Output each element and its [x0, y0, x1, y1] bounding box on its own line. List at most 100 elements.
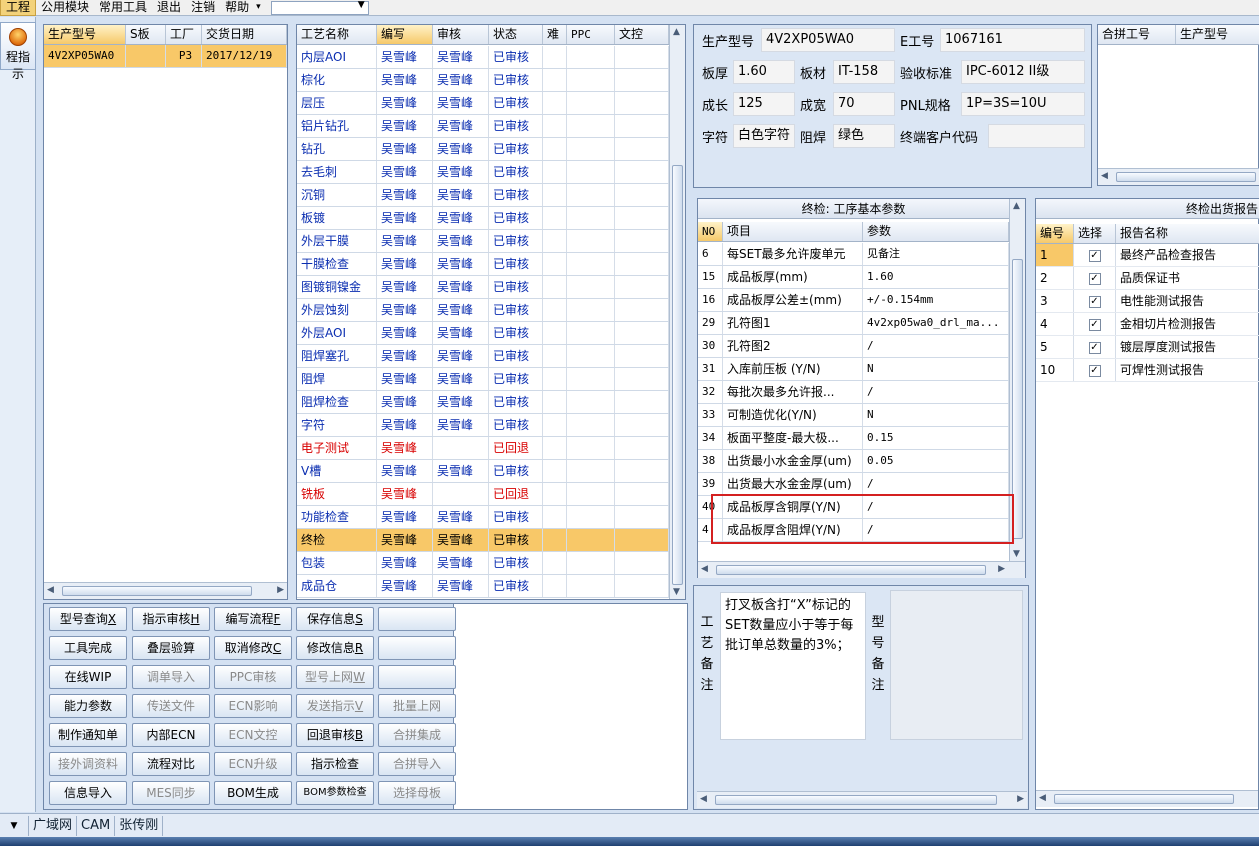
table-row[interactable]: 功能检查 吴雪峰 吴雪峰 已审核: [297, 506, 669, 529]
arrow-left-icon[interactable]: ◀: [700, 794, 707, 804]
button-r5-c0[interactable]: 接外调资料: [49, 752, 127, 776]
button-r5-c3[interactable]: 指示检查: [296, 752, 374, 776]
arrow-left-icon[interactable]: ◀: [1039, 793, 1046, 803]
table-row[interactable]: 34 板面平整度-最大极... 0.15: [698, 427, 1009, 450]
scroll-thumb[interactable]: [716, 565, 986, 575]
table-row[interactable]: V槽 吴雪峰 吴雪峰 已审核: [297, 460, 669, 483]
button-r3-c4[interactable]: 批量上网: [378, 694, 456, 718]
table-row[interactable]: 层压 吴雪峰 吴雪峰 已审核: [297, 92, 669, 115]
field-thickness[interactable]: 1.60: [733, 60, 795, 84]
remarks-hscrollbar[interactable]: ◀ ▶: [697, 791, 1027, 808]
report-checkbox[interactable]: ✓: [1074, 313, 1116, 335]
button-r6-c1[interactable]: MES同步: [132, 781, 210, 805]
button-r2-c1[interactable]: 调单导入: [132, 665, 210, 689]
table-row[interactable]: 字符 吴雪峰 吴雪峰 已审核: [297, 414, 669, 437]
button-r6-c2[interactable]: BOM生成: [214, 781, 292, 805]
table-row[interactable]: 板镀 吴雪峰 吴雪峰 已审核: [297, 207, 669, 230]
arrow-down-icon[interactable]: ▼: [1013, 549, 1020, 559]
table-row[interactable]: 16 成品板厚公差±(mm) +/-0.154mm: [698, 289, 1009, 312]
table-row[interactable]: 钻孔 吴雪峰 吴雪峰 已审核: [297, 138, 669, 161]
field-model[interactable]: 4V2XP05WA0: [761, 28, 895, 52]
checkbox-checked-icon[interactable]: ✓: [1088, 295, 1101, 308]
table-row[interactable]: 外层AOI 吴雪峰 吴雪峰 已审核: [297, 322, 669, 345]
button-r3-c1[interactable]: 传送文件: [132, 694, 210, 718]
col-s-board[interactable]: S板: [126, 25, 166, 44]
col-combo-model[interactable]: 生产型号: [1176, 25, 1259, 44]
button-r1-c3[interactable]: 修改信息R: [296, 636, 374, 660]
button-r4-c0[interactable]: 制作通知单: [49, 723, 127, 747]
table-row[interactable]: 4 ✓ 金相切片检测报告: [1036, 313, 1259, 336]
col-ppc[interactable]: PPC: [567, 25, 615, 44]
table-row[interactable]: 内层AOI 吴雪峰 吴雪峰 已审核: [297, 46, 669, 69]
table-row[interactable]: 铣板 吴雪峰 已回退: [297, 483, 669, 506]
col-reviewer[interactable]: 审核: [433, 25, 489, 44]
table-row[interactable]: 39 出货最大水金金厚(um) /: [698, 473, 1009, 496]
button-r6-c3[interactable]: BOM参数检查: [296, 781, 374, 805]
table-row[interactable]: 去毛刺 吴雪峰 吴雪峰 已审核: [297, 161, 669, 184]
arrow-left-icon[interactable]: ◀: [701, 564, 708, 574]
indicator-button[interactable]: 程指示: [0, 22, 36, 81]
scroll-thumb[interactable]: [1054, 794, 1234, 804]
report-checkbox[interactable]: ✓: [1074, 244, 1116, 266]
button-r5-c1[interactable]: 流程对比: [132, 752, 210, 776]
table-row[interactable]: 15 成品板厚(mm) 1.60: [698, 266, 1009, 289]
table-row[interactable]: 外层干膜 吴雪峰 吴雪峰 已审核: [297, 230, 669, 253]
model-remark-text[interactable]: [890, 590, 1023, 740]
scroll-thumb[interactable]: [62, 586, 252, 596]
field-pnl[interactable]: 1P=3S=10U: [961, 92, 1085, 116]
col-status[interactable]: 状态: [489, 25, 543, 44]
arrow-left-icon[interactable]: ◀: [1101, 171, 1108, 181]
table-row[interactable]: 32 每批次最多允许报... /: [698, 381, 1009, 404]
button-r0-c2[interactable]: 编写流程F: [214, 607, 292, 631]
table-row[interactable]: 阻焊检查 吴雪峰 吴雪峰 已审核: [297, 391, 669, 414]
table-row[interactable]: 4V2XP05WA0 P3 2017/12/19: [44, 45, 287, 68]
checkbox-checked-icon[interactable]: ✓: [1088, 249, 1101, 262]
param-hscrollbar[interactable]: ◀ ▶: [698, 561, 1025, 578]
table-row[interactable]: 5 ✓ 镀层厚度测试报告: [1036, 336, 1259, 359]
field-customer-code[interactable]: [988, 124, 1085, 148]
table-row[interactable]: 棕化 吴雪峰 吴雪峰 已审核: [297, 69, 669, 92]
table-row[interactable]: 33 可制造优化(Y/N) N: [698, 404, 1009, 427]
button-r1-c0[interactable]: 工具完成: [49, 636, 127, 660]
menu-logout[interactable]: 注销: [186, 0, 220, 15]
table-row[interactable]: 干膜检查 吴雪峰 吴雪峰 已审核: [297, 253, 669, 276]
report-checkbox[interactable]: ✓: [1074, 290, 1116, 312]
col-report-select[interactable]: 选择: [1074, 224, 1116, 243]
col-factory[interactable]: 工厂: [166, 25, 202, 44]
field-solder-mask[interactable]: 绿色: [833, 124, 895, 148]
menu-common-modules[interactable]: 公用模块: [36, 0, 94, 15]
button-r0-c4[interactable]: [378, 607, 456, 631]
chevron-down-icon[interactable]: ▾: [254, 0, 263, 15]
button-r0-c1[interactable]: 指示审核H: [132, 607, 210, 631]
arrow-left-icon[interactable]: ◀: [47, 585, 54, 595]
process-table-vscrollbar[interactable]: ▲ ▼: [669, 25, 685, 599]
arrow-right-icon[interactable]: ▶: [277, 585, 284, 595]
combo-table-hscrollbar[interactable]: ◀: [1098, 168, 1259, 185]
menu-help[interactable]: 帮助: [220, 0, 254, 15]
button-r3-c0[interactable]: 能力参数: [49, 694, 127, 718]
field-standard[interactable]: IPC-6012 II级: [961, 60, 1085, 84]
button-r4-c4[interactable]: 合拼集成: [378, 723, 456, 747]
table-row[interactable]: 电子测试 吴雪峰 已回退: [297, 437, 669, 460]
table-row[interactable]: 31 入库前压板 (Y/N) N: [698, 358, 1009, 381]
menu-exit[interactable]: 退出: [152, 0, 186, 15]
col-combo-eno[interactable]: 合拼工号: [1098, 25, 1176, 44]
table-row[interactable]: 29 孔符图1 4v2xp05wa0_drl_ma...: [698, 312, 1009, 335]
checkbox-checked-icon[interactable]: ✓: [1088, 318, 1101, 331]
button-r1-c1[interactable]: 叠层验算: [132, 636, 210, 660]
col-model[interactable]: 生产型号: [44, 25, 126, 44]
col-difficulty[interactable]: 难: [543, 25, 567, 44]
field-material[interactable]: IT-158: [833, 60, 895, 84]
col-process-name[interactable]: 工艺名称: [297, 25, 377, 44]
table-row[interactable]: 沉铜 吴雪峰 吴雪峰 已审核: [297, 184, 669, 207]
field-width[interactable]: 70: [833, 92, 895, 116]
button-r6-c0[interactable]: 信息导入: [49, 781, 127, 805]
table-row[interactable]: 成品仓 吴雪峰 吴雪峰 已审核: [297, 575, 669, 598]
button-r3-c2[interactable]: ECN影响: [214, 694, 292, 718]
menu-common-tools[interactable]: 常用工具: [94, 0, 152, 15]
checkbox-checked-icon[interactable]: ✓: [1088, 272, 1101, 285]
checkbox-checked-icon[interactable]: ✓: [1088, 341, 1101, 354]
arrow-up-icon[interactable]: ▲: [1013, 201, 1020, 211]
table-row[interactable]: 外层蚀刻 吴雪峰 吴雪峰 已审核: [297, 299, 669, 322]
table-row[interactable]: 38 出货最小水金金厚(um) 0.05: [698, 450, 1009, 473]
